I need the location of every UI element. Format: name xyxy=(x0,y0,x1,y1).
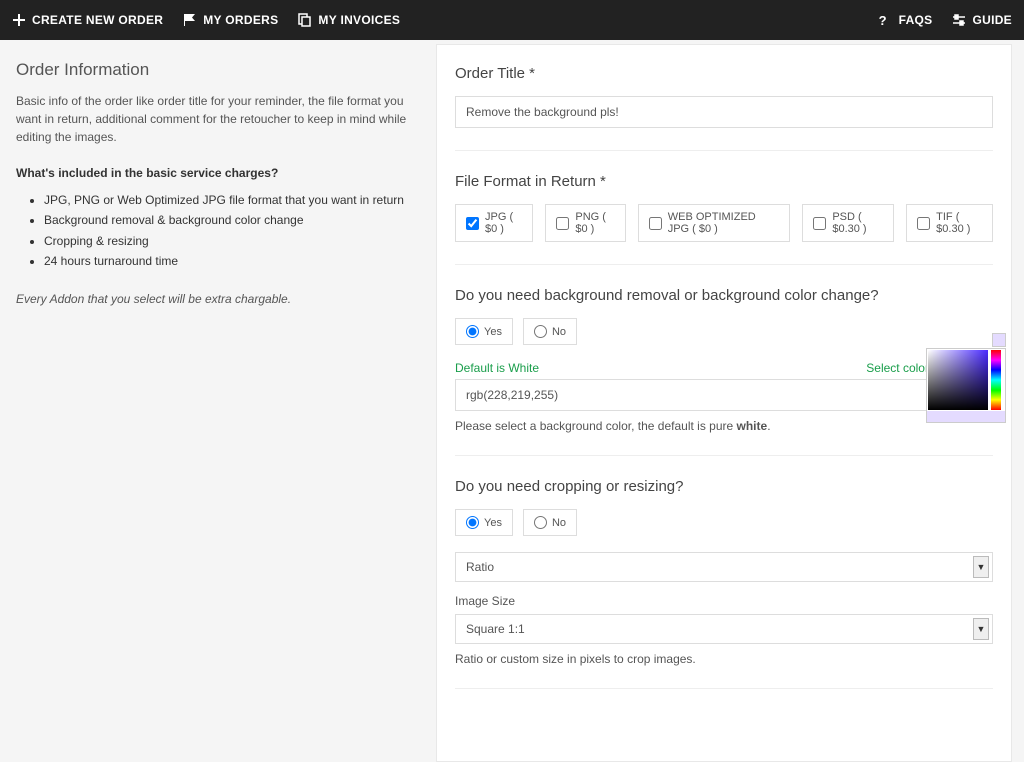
order-title-input[interactable] xyxy=(455,96,993,128)
my-invoices-label: MY INVOICES xyxy=(318,13,400,27)
guide-label: GUIDE xyxy=(972,13,1012,27)
color-hint-row: Default is White Select color from here … xyxy=(455,361,993,375)
color-picker-footer xyxy=(926,411,1006,423)
format-webjpg[interactable]: WEB OPTIMIZED JPG ( $0 ) xyxy=(638,204,791,242)
topbar-left: CREATE NEW ORDER MY ORDERS MY INVOICES xyxy=(12,13,400,27)
bg-help: Please select a background color, the de… xyxy=(455,419,993,433)
topbar: CREATE NEW ORDER MY ORDERS MY INVOICES ?… xyxy=(0,0,1024,40)
format-png-checkbox[interactable] xyxy=(556,217,569,230)
crop-radio-row: Yes No xyxy=(455,509,993,536)
page-title: Order Information xyxy=(16,60,420,80)
list-item: Background removal & background color ch… xyxy=(44,210,420,230)
list-item: JPG, PNG or Web Optimized JPG file forma… xyxy=(44,190,420,210)
flag-icon xyxy=(183,13,197,27)
bg-color-input[interactable] xyxy=(455,379,993,411)
sidebar-note: Every Addon that you select will be extr… xyxy=(16,290,420,308)
bg-yes-radio[interactable] xyxy=(466,325,479,338)
order-title-section: Order Title * xyxy=(455,65,993,151)
color-swatch[interactable] xyxy=(992,333,1006,347)
bg-removal-section: Do you need background removal or backgr… xyxy=(455,287,993,456)
list-item: 24 hours turnaround time xyxy=(44,251,420,271)
bg-removal-label: Do you need background removal or backgr… xyxy=(455,287,993,304)
sliders-icon xyxy=(952,13,966,27)
image-size-label: Image Size xyxy=(455,594,993,608)
create-order-link[interactable]: CREATE NEW ORDER xyxy=(12,13,163,27)
cropping-section: Do you need cropping or resizing? Yes No… xyxy=(455,478,993,689)
sidebar-desc: Basic info of the order like order title… xyxy=(16,92,420,146)
bg-no-radio[interactable] xyxy=(534,325,547,338)
crop-no[interactable]: No xyxy=(523,509,577,536)
file-format-section: File Format in Return * JPG ( $0 ) PNG (… xyxy=(455,173,993,265)
sidebar: Order Information Basic info of the orde… xyxy=(0,40,436,762)
topbar-right: ? FAQS GUIDE xyxy=(879,13,1012,27)
ratio-select[interactable]: Ratio xyxy=(455,552,993,582)
crop-no-radio[interactable] xyxy=(534,516,547,529)
plus-icon xyxy=(12,13,26,27)
my-invoices-link[interactable]: MY INVOICES xyxy=(298,13,400,27)
file-format-row: JPG ( $0 ) PNG ( $0 ) WEB OPTIMIZED JPG … xyxy=(455,204,993,242)
ratio-select-wrap: Ratio ▼ xyxy=(455,552,993,582)
size-select-wrap: Square 1:1 ▼ xyxy=(455,614,993,644)
color-picker-hue[interactable] xyxy=(991,350,1001,410)
format-webjpg-checkbox[interactable] xyxy=(649,217,662,230)
format-tif[interactable]: TIF ( $0.30 ) xyxy=(906,204,993,242)
format-psd[interactable]: PSD ( $0.30 ) xyxy=(802,204,894,242)
list-item: Cropping & resizing xyxy=(44,231,420,251)
format-jpg[interactable]: JPG ( $0 ) xyxy=(455,204,533,242)
default-white-hint: Default is White xyxy=(455,361,539,375)
create-order-label: CREATE NEW ORDER xyxy=(32,13,163,27)
format-png[interactable]: PNG ( $0 ) xyxy=(545,204,625,242)
faqs-link[interactable]: ? FAQS xyxy=(879,13,933,27)
sidebar-question: What's included in the basic service cha… xyxy=(16,164,420,182)
color-picker[interactable] xyxy=(926,348,1006,412)
format-tif-checkbox[interactable] xyxy=(917,217,930,230)
copy-icon xyxy=(298,13,312,27)
my-orders-label: MY ORDERS xyxy=(203,13,278,27)
order-title-label: Order Title * xyxy=(455,65,993,82)
crop-yes-radio[interactable] xyxy=(466,516,479,529)
guide-link[interactable]: GUIDE xyxy=(952,13,1012,27)
bg-radio-row: Yes No xyxy=(455,318,993,345)
bg-no[interactable]: No xyxy=(523,318,577,345)
size-select[interactable]: Square 1:1 xyxy=(455,614,993,644)
format-psd-checkbox[interactable] xyxy=(813,217,826,230)
file-format-label: File Format in Return * xyxy=(455,173,993,190)
included-list: JPG, PNG or Web Optimized JPG file forma… xyxy=(16,190,420,272)
color-picker-saturation[interactable] xyxy=(928,350,988,410)
crop-help: Ratio or custom size in pixels to crop i… xyxy=(455,652,993,666)
crop-yes[interactable]: Yes xyxy=(455,509,513,536)
bg-yes[interactable]: Yes xyxy=(455,318,513,345)
question-icon: ? xyxy=(879,13,893,27)
format-jpg-checkbox[interactable] xyxy=(466,217,479,230)
my-orders-link[interactable]: MY ORDERS xyxy=(183,13,278,27)
cropping-label: Do you need cropping or resizing? xyxy=(455,478,993,495)
faqs-label: FAQS xyxy=(899,13,933,27)
layout: Order Information Basic info of the orde… xyxy=(0,40,1024,762)
